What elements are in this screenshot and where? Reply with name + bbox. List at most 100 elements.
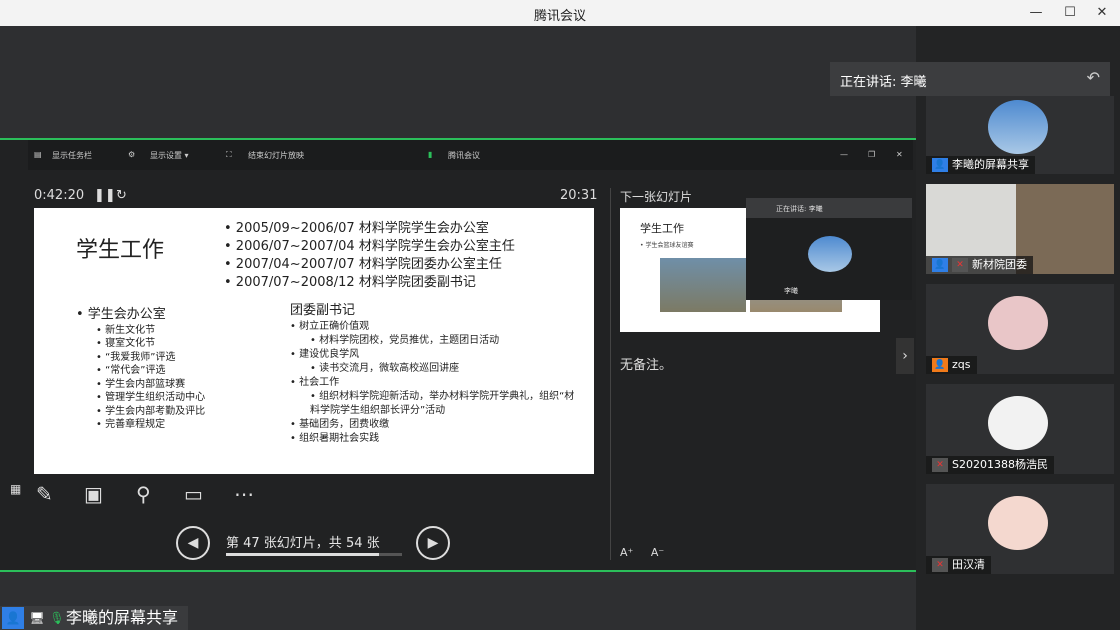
participant-name: zqs xyxy=(952,358,971,371)
avatar xyxy=(988,496,1048,550)
participant-tile[interactable]: ✕ 田汉清 xyxy=(926,484,1114,574)
minimize-icon[interactable]: — xyxy=(1026,3,1046,23)
restore-icon[interactable]: ❐ xyxy=(868,150,875,159)
participant-name-bar: 👤 zqs xyxy=(926,356,977,374)
mic-muted-icon: ✕ xyxy=(952,258,968,272)
participant-tile[interactable]: 👤 李曦的屏幕共享 xyxy=(926,96,1114,174)
end-slideshow-icon: ⛶ xyxy=(226,150,232,159)
window-title: 腾讯会议 xyxy=(533,9,586,24)
avatar xyxy=(808,236,852,272)
left-item: • 学生会内部篮球赛 xyxy=(96,378,186,390)
left-item: • 完善章程规定 xyxy=(96,419,166,430)
slide-counter: 第 47 张幻灯片，共 54 张 xyxy=(226,536,380,551)
slide-right-column: 团委副书记 • 树立正确价值观 • 材料学院团校，党员推优，主题团日活动 • 建… xyxy=(290,304,580,446)
screen-share-icon: 🖥 xyxy=(29,611,45,625)
signal-icon: ▮ xyxy=(428,150,433,159)
left-item: • 新生文化节 xyxy=(96,324,156,336)
mic-icon: 🎙 xyxy=(49,611,65,625)
pause-icon[interactable]: ❚❚ xyxy=(94,188,116,203)
next-slide-button[interactable]: ▶ xyxy=(416,526,450,560)
right-item: • 组织材料学院迎新活动，举办材料学院开学典礼，组织“材料学院学生组织部长评分”… xyxy=(310,391,575,416)
chevron-right-icon[interactable]: › xyxy=(896,338,914,374)
speaking-label: 正在讲话: 李曦 xyxy=(840,75,927,90)
close-icon[interactable]: ✕ xyxy=(896,150,903,159)
display-settings-icon: ⚙ xyxy=(128,150,136,159)
date-item: • 2006/07~2007/04 材料学院学生会办公室主任 xyxy=(224,239,515,254)
speaking-banner: 正在讲话: 李曦 ↶ xyxy=(830,62,1110,96)
end-slideshow-button[interactable]: 结束幻灯片放映 xyxy=(248,150,304,161)
back-icon[interactable]: ↶ xyxy=(1087,68,1100,87)
participant-name-bar: 👤 李曦的屏幕共享 xyxy=(926,156,1035,174)
thumb-photo xyxy=(660,258,746,312)
mini-speaker-window: 正在讲话: 李曦 李曦 xyxy=(746,198,912,300)
user-icon: 👤 xyxy=(932,158,948,172)
minimize-icon[interactable]: — xyxy=(840,150,848,159)
participant-tile[interactable]: 👤 zqs xyxy=(926,284,1114,374)
left-item: • 寝室文化节 xyxy=(96,338,156,349)
left-heading: • 学生会办公室 xyxy=(76,307,166,322)
divider xyxy=(610,188,611,560)
date-item: • 2005/09~2006/07 材料学院学生会办公室 xyxy=(224,221,489,236)
display-settings-button[interactable]: 显示设置 ▾ xyxy=(150,150,189,161)
grid-icon[interactable]: ▦ xyxy=(10,482,21,496)
next-slide-label: 下一张幻灯片 xyxy=(620,190,693,204)
maximize-icon[interactable]: ☐ xyxy=(1060,3,1080,23)
current-slide: 学生工作 • 2005/09~2006/07 材料学院学生会办公室 • 2006… xyxy=(34,208,594,474)
user-icon: 👤 xyxy=(2,607,24,629)
left-item: • “我爱我师”评选 xyxy=(96,351,176,363)
title-bar: 腾讯会议 — ☐ ✕ xyxy=(0,0,1120,26)
zoom-icon[interactable]: ⚲ xyxy=(136,482,151,506)
clock: 20:31 xyxy=(560,188,598,203)
show-taskbar-button[interactable]: 显示任务栏 xyxy=(52,150,92,161)
font-decrease-icon[interactable]: A⁻ xyxy=(651,546,664,559)
user-icon: 👤 xyxy=(932,258,948,272)
avatar xyxy=(988,396,1048,450)
slide-dates: • 2005/09~2006/07 材料学院学生会办公室 • 2006/07~2… xyxy=(224,220,515,292)
date-item: • 2007/07~2008/12 材料学院团委副书记 xyxy=(224,275,476,290)
font-increase-icon[interactable]: A⁺ xyxy=(620,546,633,559)
slide-left-column: • 学生会办公室 • 新生文化节 • 寝室文化节 • “我爱我师”评选 • “常… xyxy=(76,308,205,432)
participant-tile[interactable]: ✕ S20201388杨浩民 xyxy=(926,384,1114,474)
left-item: • 管理学生组织活动中心 xyxy=(96,392,206,403)
next-thumb-bullet: • 学生会篮球友谊赛 xyxy=(640,242,694,249)
pen-icon[interactable]: ✎ xyxy=(36,482,53,506)
screen-icon[interactable]: ▭ xyxy=(184,482,203,506)
right-item: • 建设优良学风 xyxy=(290,349,360,360)
close-icon[interactable]: ✕ xyxy=(1092,3,1112,23)
slide-title: 学生工作 xyxy=(76,238,165,263)
mic-muted-icon: ✕ xyxy=(932,458,948,472)
taskbar-icon: ▤ xyxy=(34,150,42,159)
right-item: • 材料学院团校，党员推优，主题团日活动 xyxy=(310,335,500,346)
right-heading: 团委副书记 xyxy=(290,303,356,318)
participant-name-bar: 👤 ✕ 新材院团委 xyxy=(926,256,1033,274)
next-thumb-title: 学生工作 xyxy=(640,222,684,235)
slides-grid-icon[interactable]: ▣ xyxy=(84,482,103,506)
mic-muted-icon: ✕ xyxy=(932,558,948,572)
participant-name-bar: ✕ 田汉清 xyxy=(926,556,991,574)
main-stage: ▤ 显示任务栏 ⚙ 显示设置 ▾ ⛶ 结束幻灯片放映 ▮ 腾讯会议 — ❐ ✕ … xyxy=(0,26,916,630)
left-item: • “常代会”评选 xyxy=(96,365,166,376)
more-icon[interactable]: ⋯ xyxy=(234,482,254,506)
left-item: • 学生会内部考勤及评比 xyxy=(96,405,206,417)
mini-speaker-name: 李曦 xyxy=(784,287,798,295)
participant-name: 李曦的屏幕共享 xyxy=(952,158,1029,171)
shared-screen: ▤ 显示任务栏 ⚙ 显示设置 ▾ ⛶ 结束幻灯片放映 ▮ 腾讯会议 — ❐ ✕ … xyxy=(0,138,916,572)
prev-slide-button[interactable]: ◀ xyxy=(176,526,210,560)
shared-topbar: ▤ 显示任务栏 ⚙ 显示设置 ▾ ⛶ 结束幻灯片放映 ▮ 腾讯会议 — ❐ ✕ xyxy=(28,140,913,170)
reset-icon[interactable]: ↻ xyxy=(116,188,127,203)
mini-speaker-header: 正在讲话: 李曦 xyxy=(746,198,912,218)
right-item: • 基础团务，团费收缴 xyxy=(290,419,390,430)
user-icon: 👤 xyxy=(932,358,948,372)
participant-name: S20201388杨浩民 xyxy=(952,458,1048,471)
right-item: • 读书交流月，微软高校巡回讲座 xyxy=(310,363,460,374)
participant-tile[interactable]: 👤 ✕ 新材院团委 xyxy=(926,184,1114,274)
app-tag: 腾讯会议 xyxy=(448,151,480,160)
avatar xyxy=(988,100,1048,154)
right-item: • 社会工作 xyxy=(290,377,340,388)
font-controls: A⁺ A⁻ xyxy=(620,546,664,559)
slide-progress xyxy=(226,553,402,556)
right-item: • 树立正确价值观 xyxy=(290,321,370,332)
right-item: • 组织暑期社会实践 xyxy=(290,433,380,444)
avatar xyxy=(988,296,1048,350)
elapsed-time: 0:42:20 xyxy=(34,188,85,203)
